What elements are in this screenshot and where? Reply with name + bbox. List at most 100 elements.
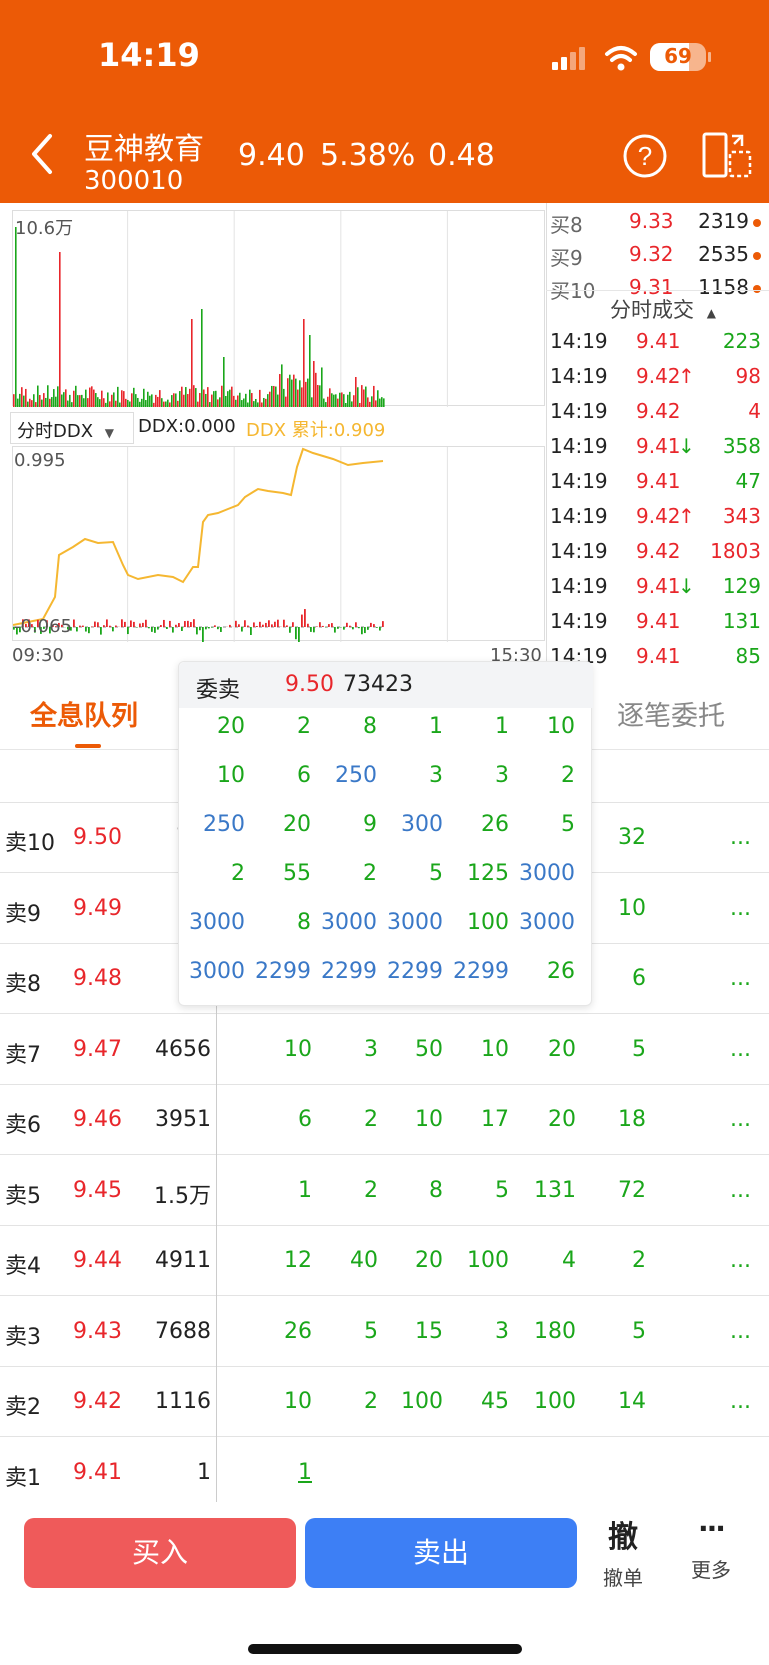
tab-tick-orders[interactable]: 逐笔委托 <box>617 694 725 733</box>
volume-bar <box>381 397 383 407</box>
queue-more-icon[interactable]: ... <box>730 1248 751 1273</box>
queue-order-cell[interactable]: 10 <box>262 1389 312 1414</box>
volume-bar <box>267 394 269 407</box>
queue-row[interactable]: 卖4 9.44 4911 12 40 20 100 4 2... <box>0 1226 769 1296</box>
queue-row[interactable]: 卖5 9.45 1.5万 1 2 8 5 131 72... <box>0 1156 769 1226</box>
queue-order-cell[interactable]: 2 <box>328 1178 378 1203</box>
queue-order-cell[interactable]: 5 <box>459 1178 509 1203</box>
queue-order-cell[interactable]: 5 <box>596 1319 646 1344</box>
volume-bar <box>177 400 179 407</box>
queue-order-cell[interactable]: 4 <box>526 1248 576 1273</box>
queue-order-cell[interactable]: 1 <box>262 1178 312 1203</box>
queue-order-cell[interactable]: 1 <box>262 1460 312 1485</box>
queue-order-cell[interactable]: 2 <box>596 1248 646 1273</box>
queue-order-cell[interactable]: 20 <box>526 1037 576 1062</box>
queue-order-cell[interactable]: 45 <box>459 1389 509 1414</box>
queue-order-cell[interactable]: 10 <box>596 896 646 921</box>
bid-price: 9.33 <box>629 209 674 233</box>
ddx-period-select[interactable]: 分时DDX ▼ <box>10 412 134 444</box>
ddx-bar <box>247 625 249 627</box>
ddx-bar <box>322 625 324 627</box>
queue-detail-popup[interactable]: 委卖 9.50 73423 20 2 8 1 1 10 10 6 250 3 3 2 250 20 9 300… <box>178 661 593 1006</box>
queue-order-cell[interactable]: 17 <box>459 1107 509 1132</box>
queue-order-cell[interactable]: 72 <box>596 1178 646 1203</box>
queue-order-cell[interactable]: 15 <box>393 1319 443 1344</box>
back-arrow-icon[interactable] <box>28 132 58 176</box>
buy-button[interactable]: 买入 <box>24 1518 296 1588</box>
trades-header[interactable]: 分时成交 ▲ <box>610 294 716 324</box>
queue-row[interactable]: 卖3 9.43 7688 26 5 15 3 180 5... <box>0 1297 769 1367</box>
queue-more-icon[interactable]: ... <box>730 1389 751 1414</box>
screen-switch-icon[interactable] <box>702 130 752 180</box>
queue-order-cell[interactable]: 5 <box>328 1319 378 1344</box>
sort-up-icon: ▲ <box>706 306 716 320</box>
queue-order-cell[interactable]: 10 <box>262 1037 312 1062</box>
queue-row[interactable]: 卖1 9.41 1 1 <box>0 1438 769 1508</box>
queue-order-cell[interactable]: 3 <box>459 1319 509 1344</box>
queue-order-cell[interactable]: 20 <box>526 1107 576 1132</box>
queue-level-label: 卖4 <box>5 1254 41 1279</box>
ddx-bar <box>121 619 123 627</box>
queue-order-cell[interactable]: 2 <box>328 1107 378 1132</box>
popup-order-cell: 3000 <box>387 910 443 935</box>
queue-order-cell[interactable]: 5 <box>596 1037 646 1062</box>
cancel-label: 撤单 <box>603 1566 643 1590</box>
queue-order-cell[interactable]: 180 <box>526 1319 576 1344</box>
queue-order-cell[interactable]: 20 <box>393 1248 443 1273</box>
queue-order-cell[interactable]: 32 <box>596 825 646 850</box>
queue-order-cell[interactable]: 10 <box>393 1107 443 1132</box>
queue-order-cell[interactable]: 2 <box>328 1389 378 1414</box>
queue-volume: 4911 <box>155 1248 211 1273</box>
help-icon[interactable]: ? <box>622 133 668 179</box>
svg-text:?: ? <box>638 141 652 171</box>
queue-more-icon[interactable]: ... <box>730 825 751 850</box>
volume-bar <box>113 392 115 407</box>
cancel-order-button[interactable]: 撤 撤单 <box>598 1512 648 1591</box>
queue-more-icon[interactable]: ... <box>730 1037 751 1062</box>
queue-order-cell[interactable]: 10 <box>459 1037 509 1062</box>
queue-order-cell[interactable]: 100 <box>393 1389 443 1414</box>
queue-row[interactable]: 卖7 9.47 4656 10 3 50 10 20 5... <box>0 1015 769 1085</box>
queue-order-cell[interactable]: 40 <box>328 1248 378 1273</box>
queue-order-cell[interactable]: 26 <box>262 1319 312 1344</box>
volume-bar <box>75 385 77 407</box>
queue-more-icon[interactable]: ... <box>730 896 751 921</box>
volume-bar <box>189 388 191 407</box>
queue-row[interactable]: 卖2 9.42 1116 10 2 100 45 100 14... <box>0 1367 769 1437</box>
ddx-bar <box>211 627 213 628</box>
trade-volume: 4 <box>748 399 761 423</box>
queue-order-cell[interactable]: 3 <box>328 1037 378 1062</box>
volume-bar <box>49 398 51 407</box>
queue-order-cell[interactable]: 6 <box>262 1107 312 1132</box>
queue-more-icon[interactable]: ... <box>730 966 751 991</box>
queue-order-cell[interactable]: 18 <box>596 1107 646 1132</box>
sell-button[interactable]: 卖出 <box>305 1518 577 1588</box>
volume-bar <box>365 386 367 407</box>
queue-order-cell[interactable]: 12 <box>262 1248 312 1273</box>
trade-row: 14:19 9.41 223 <box>550 325 765 359</box>
volume-bar <box>165 401 167 407</box>
volume-bar <box>235 399 237 407</box>
volume-bar <box>215 390 217 407</box>
volume-bar <box>367 397 369 407</box>
ddx-bar <box>262 624 264 627</box>
volume-bar <box>91 386 93 407</box>
queue-order-cell[interactable]: 50 <box>393 1037 443 1062</box>
queue-order-cell[interactable]: 131 <box>526 1178 576 1203</box>
ddx-max-label: 0.995 <box>14 450 66 471</box>
ddx-bar <box>310 627 312 632</box>
ddx-bar <box>154 627 156 633</box>
volume-bar <box>27 401 29 407</box>
queue-more-icon[interactable]: ... <box>730 1107 751 1132</box>
more-button[interactable]: ··· 更多 <box>686 1512 736 1583</box>
queue-order-cell[interactable]: 6 <box>596 966 646 991</box>
queue-order-cell[interactable]: 100 <box>459 1248 509 1273</box>
tab-full-queue[interactable]: 全息队列 <box>30 694 138 733</box>
ddx-bar <box>349 625 351 627</box>
queue-order-cell[interactable]: 100 <box>526 1389 576 1414</box>
queue-more-icon[interactable]: ... <box>730 1319 751 1344</box>
queue-order-cell[interactable]: 8 <box>393 1178 443 1203</box>
queue-more-icon[interactable]: ... <box>730 1178 751 1203</box>
queue-row[interactable]: 卖6 9.46 3951 6 2 10 17 20 18... <box>0 1085 769 1155</box>
queue-order-cell[interactable]: 14 <box>596 1389 646 1414</box>
